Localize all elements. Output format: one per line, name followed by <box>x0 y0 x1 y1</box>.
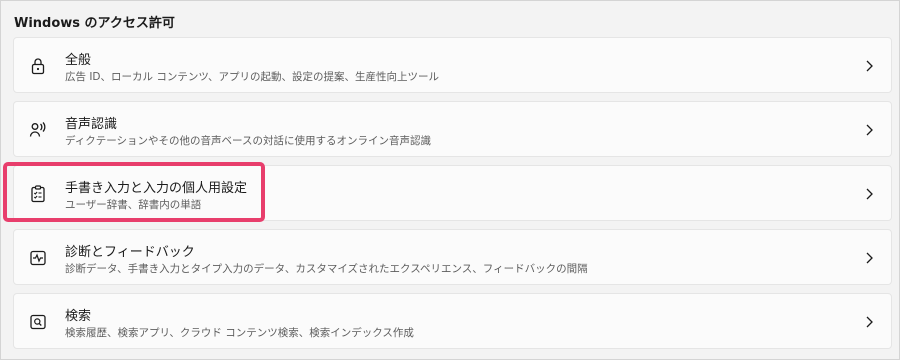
chevron-right-icon <box>866 316 873 328</box>
chevron-right-icon <box>866 124 873 136</box>
search-box-icon <box>30 314 46 330</box>
pulse-icon <box>30 250 46 266</box>
chevron-right-icon <box>866 188 873 200</box>
item-title: 音声認識 <box>65 117 118 132</box>
item-description: 広告 ID、ローカル コンテンツ、アプリの起動、設定の提案、生産性向上ツール <box>65 71 440 83</box>
chevron-right-icon <box>866 60 873 72</box>
settings-item-diagnostics[interactable]: 診断とフィードバック 診断データ、手書き入力とタイプ入力のデータ、カスタマイズさ… <box>13 229 892 285</box>
item-description: 検索履歴、検索アプリ、クラウド コンテンツ検索、検索インデックス作成 <box>65 327 414 339</box>
settings-item-search[interactable]: 検索 検索履歴、検索アプリ、クラウド コンテンツ検索、検索インデックス作成 <box>13 293 892 349</box>
item-title: 検索 <box>65 309 92 324</box>
speech-person-icon <box>29 122 46 137</box>
item-title: 診断とフィードバック <box>65 245 195 260</box>
highlight-box <box>3 162 265 222</box>
settings-item-speech[interactable]: 音声認識 ディクテーションやその他の音声ベースの対話に使用するオンライン音声認識 <box>13 101 892 157</box>
item-title: 全般 <box>65 53 92 68</box>
chevron-right-icon <box>866 252 873 264</box>
settings-item-general[interactable]: 全般 広告 ID、ローカル コンテンツ、アプリの起動、設定の提案、生産性向上ツー… <box>13 37 892 93</box>
lock-icon <box>31 58 45 75</box>
item-description: 診断データ、手書き入力とタイプ入力のデータ、カスタマイズされたエクスペリエンス、… <box>65 263 588 275</box>
section-title: Windows のアクセス許可 <box>14 16 175 31</box>
item-description: ディクテーションやその他の音声ベースの対話に使用するオンライン音声認識 <box>65 135 432 147</box>
